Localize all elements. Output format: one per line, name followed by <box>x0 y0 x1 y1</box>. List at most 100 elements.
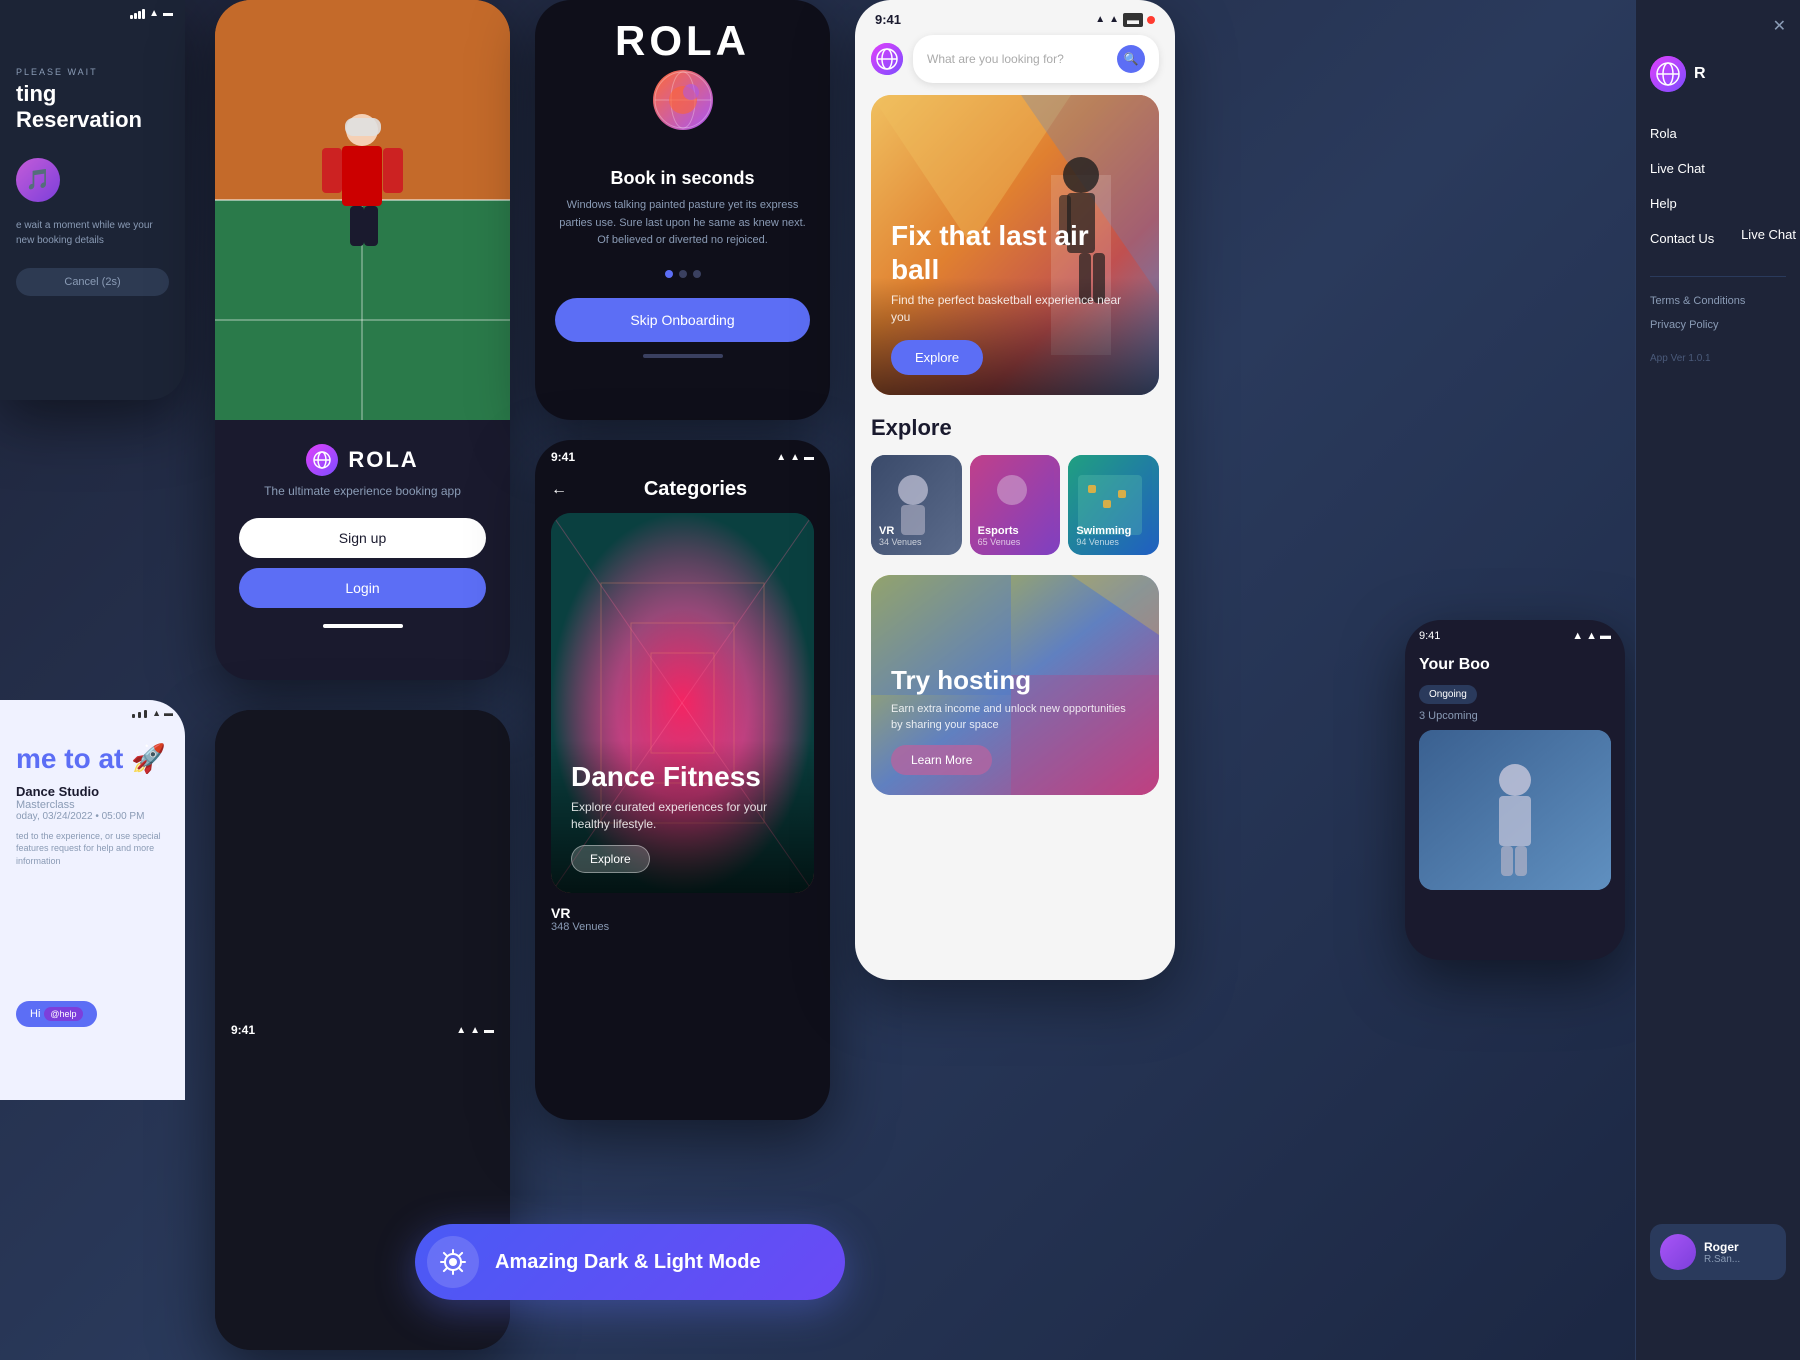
book-header: ROLA <box>535 0 830 148</box>
white-status-icons: ▲ ▬ <box>132 708 173 718</box>
welcome-text: me to at 🚀 <box>16 742 169 776</box>
sidebar-terms-link[interactable]: Terms & Conditions <box>1636 289 1800 313</box>
sidebar-user-handle: R.San... <box>1704 1254 1740 1265</box>
rola-logo-circle-icon <box>871 43 903 75</box>
globe-icon <box>653 70 713 130</box>
dot-2 <box>679 270 687 278</box>
dance-fitness-card[interactable]: Dance Fitness Explore curated experience… <box>551 513 814 893</box>
sidebar-logo <box>1650 56 1686 92</box>
sidebar-privacy-link[interactable]: Privacy Policy <box>1636 313 1800 337</box>
booking-time: 9:41 <box>1419 630 1440 642</box>
close-button[interactable]: ✕ <box>1636 12 1800 40</box>
wifi-icon: ▲ <box>1109 14 1119 25</box>
ongoing-badge: Ongoing <box>1419 685 1477 704</box>
search-icon: 🔍 <box>1117 45 1145 73</box>
login-button[interactable]: Login <box>239 568 486 608</box>
battery-icon: ▬ <box>804 452 814 463</box>
rola-wordmark: ROLA <box>348 447 418 473</box>
rola-white-icons: ▲ ▲ ▬ <box>1095 13 1155 27</box>
skip-onboarding-button[interactable]: Skip Onboarding <box>555 298 810 342</box>
book-desc: Windows talking painted pasture yet its … <box>555 197 810 250</box>
cancel-button[interactable]: Cancel (2s) <box>16 268 169 296</box>
court-svg <box>215 0 510 420</box>
booking-image <box>1419 730 1611 890</box>
sidebar-divider <box>1650 276 1786 277</box>
white-desc: ted to the experience, or use special fe… <box>16 830 169 868</box>
please-wait-label: PLEASE WAIT <box>16 67 169 77</box>
sidebar-item-live-chat[interactable]: Live Chat <box>1636 151 1800 186</box>
phone-booking: 9:41 ▲ ▲ ▬ Your Boo Ongoing 3 Upcoming <box>1405 620 1625 960</box>
rola-globe <box>653 70 713 130</box>
categories-header: ← Categories <box>535 474 830 513</box>
hosting-overlay: Try hosting Earn extra income and unlock… <box>871 645 1159 795</box>
explore-dance-button[interactable]: Explore <box>571 845 650 873</box>
signal-icon: ▲ <box>1572 630 1583 642</box>
onboarding-dots <box>555 270 810 278</box>
white-status-bar: ▲ ▬ <box>0 700 185 726</box>
red-dot <box>1147 16 1155 24</box>
signal-icon: ▲ <box>1095 14 1105 25</box>
reservation-status-bar: ▲ ▬ <box>0 0 185 27</box>
wait-text: e wait a moment while we your new bookin… <box>16 218 169 248</box>
sidebar-user-name: Roger <box>1704 1240 1740 1254</box>
hero-explore-button[interactable]: Explore <box>891 340 983 375</box>
sidebar-item-rola[interactable]: Rola <box>1636 116 1800 151</box>
vr-venues: 348 Venues <box>551 921 814 933</box>
reservation-title: ting Reservation <box>16 81 169 134</box>
booking-meta: Ongoing 3 Upcoming <box>1405 684 1625 730</box>
back-arrow-icon[interactable]: ← <box>551 481 567 499</box>
category-card-swimming[interactable]: Swimming 94 Venues <box>1068 455 1159 555</box>
rola-white-time: 9:41 <box>875 12 901 27</box>
battery-icon: ▬ <box>164 708 173 718</box>
book-content: Book in seconds Windows talking painted … <box>535 148 830 378</box>
studio-title: Dance Studio <box>16 784 169 799</box>
promo-banner[interactable]: Amazing Dark & Light Mode <box>415 1224 845 1300</box>
dance-card-overlay: Dance Fitness Explore curated experience… <box>551 740 814 893</box>
wifi-icon: ▲ <box>790 452 800 463</box>
vr-row: VR 348 Venues <box>535 893 830 945</box>
promo-gear-icon <box>439 1248 467 1276</box>
book-title: Book in seconds <box>555 168 810 189</box>
rola-login-bottom: ROLA The ultimate experience booking app… <box>215 420 510 644</box>
studio-class: Masterclass <box>16 799 169 811</box>
sidebar-brand-name: R <box>1694 65 1706 83</box>
booking-status-bar: 9:41 ▲ ▲ ▬ <box>1405 620 1625 652</box>
sidebar-logo-icon <box>1650 56 1686 92</box>
category-grid: VR 34 Venues Esports 65 Venues <box>871 455 1159 555</box>
signup-button[interactable]: Sign up <box>239 518 486 558</box>
phone-book: ROLA Book in seconds Windows talking pai… <box>535 0 830 420</box>
hosting-card: Try hosting Earn extra income and unlock… <box>871 575 1159 795</box>
hosting-title: Try hosting <box>891 665 1139 696</box>
category-card-esports[interactable]: Esports 65 Venues <box>970 455 1061 555</box>
search-input[interactable]: What are you looking for? 🔍 <box>913 35 1159 83</box>
dot-3 <box>693 270 701 278</box>
hero-title: Fix that last air ball <box>891 219 1139 286</box>
account-status-icons: ▲ ▲ ▬ <box>456 1025 494 1036</box>
sidebar-item-help[interactable]: Help <box>1636 186 1800 221</box>
booking-title-row: Your Boo <box>1405 652 1625 684</box>
dance-desc: Explore curated experiences for your hea… <box>571 799 794 833</box>
hosting-desc: Earn extra income and unlock new opportu… <box>891 702 1139 733</box>
booking-status-icons: ▲ ▲ ▬ <box>1572 630 1611 642</box>
sidebar-version: App Ver 1.0.1 <box>1636 337 1800 380</box>
phone-categories: 9:41 ▲ ▲ ▬ ← Categories <box>535 440 830 1120</box>
battery-icon: ▬ <box>163 8 173 19</box>
explore-section: Explore VR 34 Venues <box>855 395 1175 567</box>
sidebar-panel: ✕ R Rola Live Chat Help Contact Us Terms… <box>1635 0 1800 1360</box>
vr-label: VR <box>551 905 814 921</box>
sidebar-user-card: Roger R.San... <box>1650 1224 1786 1280</box>
phone-rola-login: ROLA The ultimate experience booking app… <box>215 0 510 680</box>
learn-more-button[interactable]: Learn More <box>891 745 992 775</box>
categories-title: Categories <box>577 478 814 501</box>
reservation-content: PLEASE WAIT ting Reservation 🎵 e wait a … <box>0 27 185 316</box>
account-time: 9:41 <box>231 1023 255 1037</box>
dot-1 <box>665 270 673 278</box>
rola-logo <box>306 444 338 476</box>
wifi-icon: ▲ <box>470 1025 480 1036</box>
hi-button[interactable]: Hi @help <box>16 1001 97 1027</box>
rola-logo-row: ROLA <box>306 444 418 476</box>
battery-icon: ▬ <box>484 1025 494 1036</box>
signal-icon <box>130 9 145 19</box>
live-chat-label: Live Chat <box>1741 227 1796 242</box>
category-card-vr[interactable]: VR 34 Venues <box>871 455 962 555</box>
